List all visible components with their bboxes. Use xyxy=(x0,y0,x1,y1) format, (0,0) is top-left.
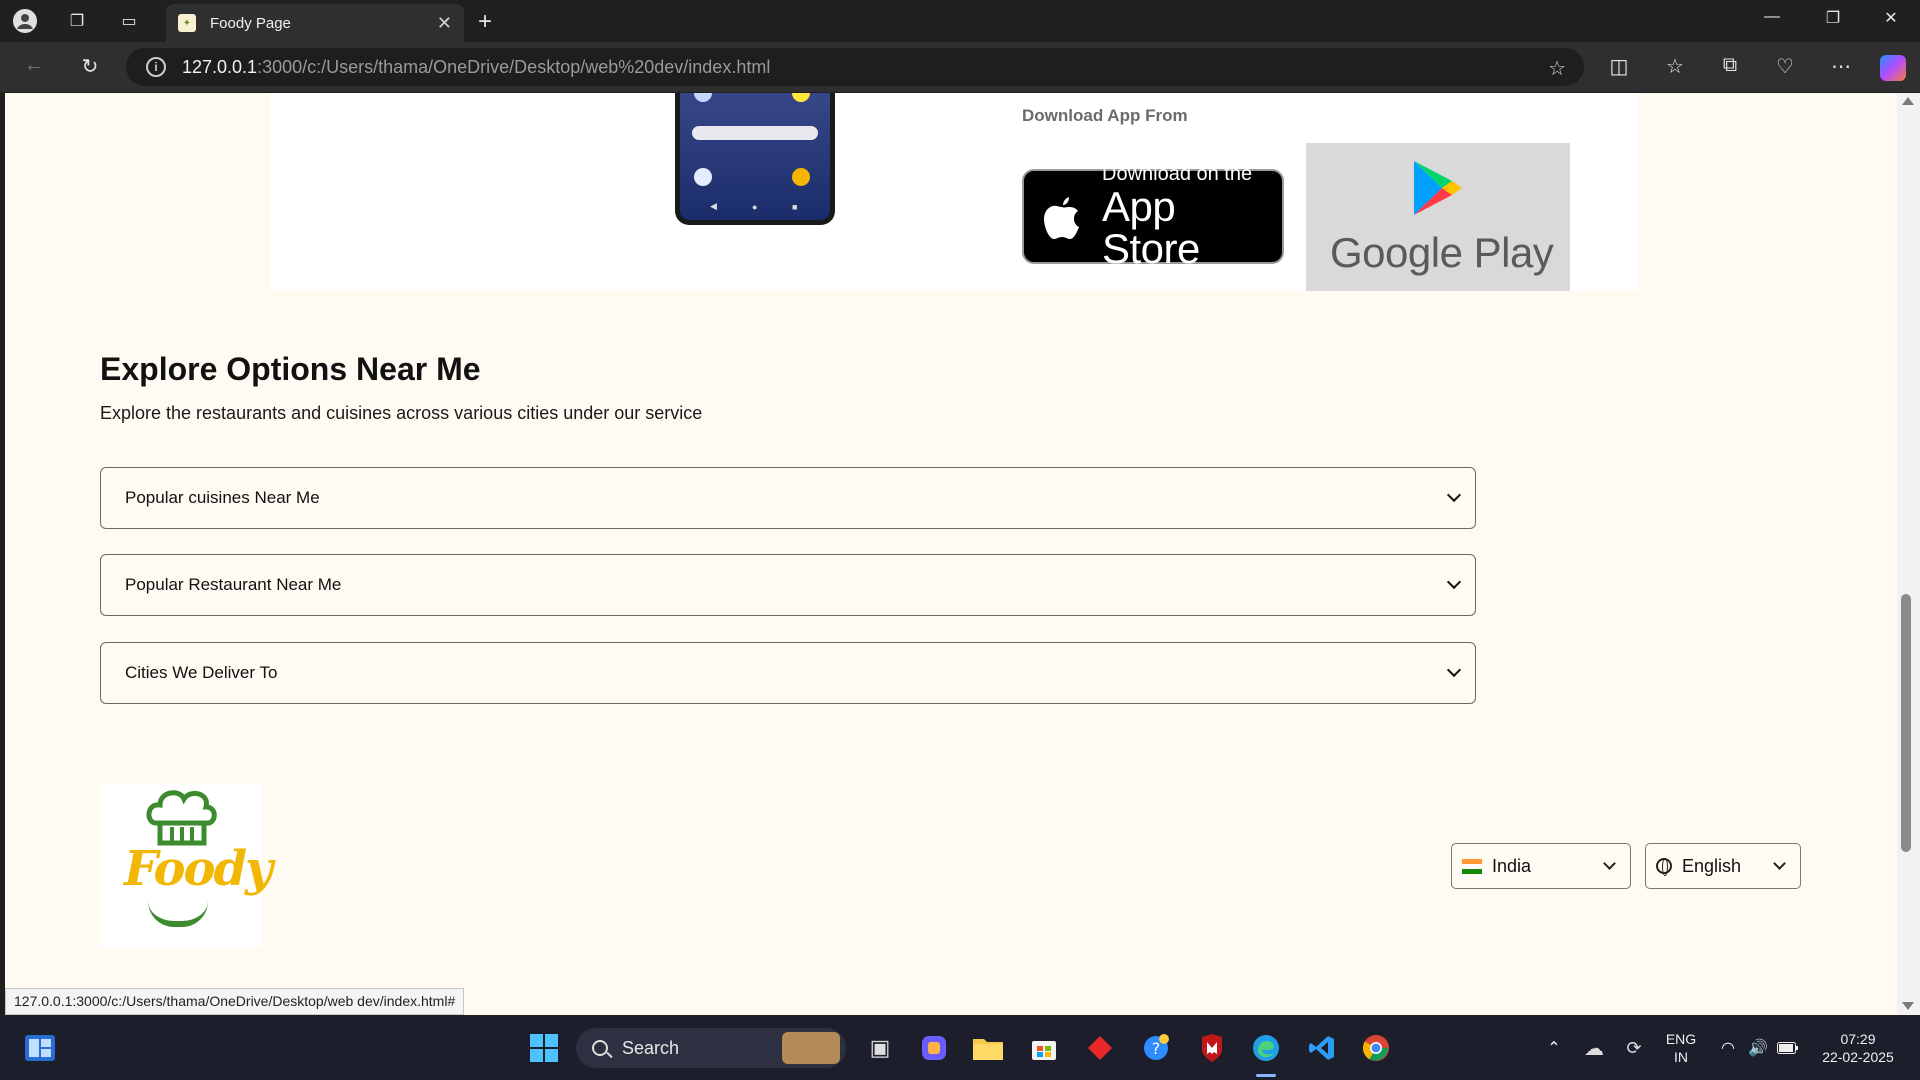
edge-active-indicator xyxy=(1256,1074,1276,1077)
windows-taskbar: Search ▣ ? ⌃ ☁ ⟳ ENG IN ◠ 🔊 07:29 22-02-… xyxy=(0,1016,1920,1080)
favorite-star-icon[interactable]: ☆ xyxy=(1548,56,1566,81)
search-icon xyxy=(592,1040,608,1056)
google-play-button[interactable]: Google Play xyxy=(1306,143,1570,291)
profile-icon[interactable] xyxy=(12,8,38,34)
download-app-label: Download App From xyxy=(1022,106,1188,125)
favicon-icon: ✦ xyxy=(178,14,196,32)
explore-subtitle: Explore the restaurants and cuisines acr… xyxy=(100,403,703,423)
chevron-down-icon xyxy=(1446,574,1462,590)
sync-icon[interactable]: ⟳ xyxy=(1618,1032,1650,1064)
workspaces-icon[interactable]: ❐ xyxy=(64,8,90,34)
copilot-app-icon[interactable] xyxy=(918,1032,950,1064)
chevron-down-icon xyxy=(1603,857,1616,870)
address-toolbar: ← ↻ i 127.0.0.1:3000/c:/Users/thama/OneD… xyxy=(0,42,1920,92)
browser-titlebar: ❐ ▭ ✦ Foody Page ✕ + — ❐ ✕ xyxy=(0,0,1920,42)
windows-start-icon[interactable] xyxy=(528,1032,560,1064)
logo-wordmark: Foody xyxy=(124,841,273,897)
globe-icon xyxy=(1656,858,1672,876)
back-icon[interactable]: ← xyxy=(20,54,48,77)
browser-essentials-icon[interactable]: ♡ xyxy=(1770,54,1800,79)
vscode-icon[interactable] xyxy=(1306,1032,1338,1064)
show-hidden-icons-icon[interactable]: ⌃ xyxy=(1538,1032,1570,1064)
help-app-icon[interactable]: ? xyxy=(1140,1032,1172,1064)
chevron-down-icon xyxy=(1446,662,1462,678)
site-info-icon[interactable]: i xyxy=(146,57,166,77)
accordion-label: Cities We Deliver To xyxy=(125,663,278,682)
split-screen-icon[interactable]: ◫ xyxy=(1604,54,1634,79)
page-viewport: ◀ ● ■ Download App From Download on the … xyxy=(5,93,1897,1015)
edge-browser-icon[interactable] xyxy=(1250,1032,1282,1064)
explore-title: Explore Options Near Me xyxy=(100,351,481,387)
close-window-icon[interactable]: ✕ xyxy=(1876,8,1906,28)
microsoft-store-icon[interactable] xyxy=(1028,1032,1060,1064)
close-tab-icon[interactable]: ✕ xyxy=(437,13,452,34)
taskbar-search[interactable]: Search xyxy=(576,1028,846,1068)
url-host: 127.0.0.1 xyxy=(182,56,258,77)
country-select[interactable]: India xyxy=(1451,843,1631,889)
collections-icon[interactable]: ⧉ xyxy=(1715,54,1745,77)
wifi-icon[interactable]: ◠ xyxy=(1712,1032,1744,1064)
lang-line2: IN xyxy=(1674,1049,1688,1065)
accordion-label: Popular cuisines Near Me xyxy=(125,488,320,507)
scroll-down-icon[interactable] xyxy=(1902,1002,1914,1010)
search-highlight-image xyxy=(782,1032,840,1064)
copilot-icon[interactable] xyxy=(1880,55,1906,81)
new-tab-icon[interactable]: + xyxy=(478,8,492,36)
popular-cuisines-accordion[interactable]: Popular cuisines Near Me xyxy=(100,467,1476,529)
task-view-icon[interactable]: ▣ xyxy=(864,1032,896,1064)
widgets-icon[interactable] xyxy=(24,1032,56,1064)
refresh-icon[interactable]: ↻ xyxy=(76,54,104,79)
chrome-icon[interactable] xyxy=(1360,1032,1392,1064)
scroll-thumb[interactable] xyxy=(1901,594,1911,852)
search-label: Search xyxy=(622,1037,680,1058)
file-explorer-icon[interactable] xyxy=(972,1032,1004,1064)
scroll-up-icon[interactable] xyxy=(1902,97,1914,105)
chef-hat-icon xyxy=(146,790,217,846)
onedrive-icon[interactable]: ☁ xyxy=(1578,1032,1610,1064)
url-path: :3000/c:/Users/thama/OneDrive/Desktop/we… xyxy=(257,56,771,77)
battery-icon[interactable] xyxy=(1772,1032,1804,1064)
input-language-indicator[interactable]: ENG IN xyxy=(1662,1030,1700,1066)
minimize-icon[interactable]: — xyxy=(1757,8,1787,26)
logo-smile xyxy=(148,901,208,927)
mcafee-icon[interactable] xyxy=(1196,1032,1228,1064)
popular-restaurant-accordion[interactable]: Popular Restaurant Near Me xyxy=(100,554,1476,616)
apple-logo-icon xyxy=(1042,193,1082,241)
lang-line1: ENG xyxy=(1665,1031,1697,1047)
more-options-icon[interactable]: ⋯ xyxy=(1826,54,1856,79)
language-select[interactable]: English xyxy=(1645,843,1801,889)
clock[interactable]: 07:29 22-02-2025 xyxy=(1812,1030,1904,1066)
chevron-down-icon xyxy=(1446,487,1462,503)
language-value: English xyxy=(1682,855,1742,876)
download-app-section: ◀ ● ■ Download App From Download on the … xyxy=(270,93,1638,291)
cities-deliver-accordion[interactable]: Cities We Deliver To xyxy=(100,642,1476,704)
app-store-line2: App Store xyxy=(1102,183,1200,272)
app-red-diamond-icon[interactable] xyxy=(1084,1032,1116,1064)
google-play-text: Google Play xyxy=(1330,229,1554,276)
page-scrollbar[interactable] xyxy=(1897,93,1920,1015)
foody-logo[interactable]: Foody xyxy=(100,783,273,947)
restore-icon[interactable]: ❐ xyxy=(1818,8,1848,28)
app-store-button[interactable]: Download on the App Store xyxy=(1022,163,1284,270)
favorites-icon[interactable]: ☆ xyxy=(1660,54,1690,79)
address-bar[interactable]: i 127.0.0.1:3000/c:/Users/thama/OneDrive… xyxy=(126,48,1584,86)
tab-actions-icon[interactable]: ▭ xyxy=(116,8,142,34)
svg-text:?: ? xyxy=(1152,1039,1161,1058)
chevron-down-icon xyxy=(1773,857,1786,870)
volume-icon[interactable]: 🔊 xyxy=(1742,1032,1774,1064)
google-play-icon xyxy=(1412,159,1464,222)
clock-time: 07:29 xyxy=(1840,1031,1876,1047)
tab-foody-page[interactable]: ✦ Foody Page ✕ xyxy=(166,4,464,42)
accordion-label: Popular Restaurant Near Me xyxy=(125,575,342,594)
india-flag-icon xyxy=(1462,858,1482,874)
phone-mockup-image: ◀ ● ■ xyxy=(675,93,835,225)
country-value: India xyxy=(1492,855,1532,876)
link-status-tooltip: 127.0.0.1:3000/c:/Users/thama/OneDrive/D… xyxy=(5,988,465,1015)
clock-date: 22-02-2025 xyxy=(1822,1049,1894,1065)
tab-title: Foody Page xyxy=(210,14,291,32)
